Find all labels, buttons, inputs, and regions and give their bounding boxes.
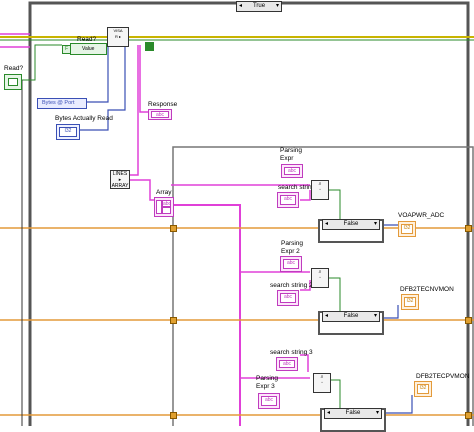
array-indicator[interactable]: abc [154, 197, 174, 217]
response-type: abc [151, 111, 169, 118]
bytes-actually-read-type: I32 [59, 127, 77, 137]
dfb2tecnvmon-indicator[interactable]: I32 [401, 294, 419, 310]
case-1-value: False [343, 221, 359, 227]
error-cluster-tunnel [145, 42, 154, 51]
parsing-expr-2-constant[interactable]: abc [280, 256, 302, 272]
false-bool-constant[interactable]: F [62, 45, 71, 54]
bytes-actually-read-label: Bytes Actually Read [55, 115, 113, 122]
tunnel-left-2 [170, 317, 177, 324]
read-property-node[interactable]: Value [70, 43, 107, 55]
case-1-selector[interactable]: ◂ False ▾ [322, 219, 380, 230]
parsing-expr-2-label: Parsing Expr 2 [281, 240, 304, 255]
parsing-expr-2-type: abc [283, 259, 299, 269]
search-string-2-label: search string 2 [270, 282, 313, 289]
read-button-control[interactable] [4, 74, 22, 90]
outer-case-value: True [252, 3, 266, 9]
parsing-expr-3-constant[interactable]: abc [258, 393, 280, 409]
search-string-3-constant[interactable]: abc [276, 357, 298, 371]
visa-read-node[interactable]: VISA R ▸ [107, 27, 129, 47]
array-label: Array [156, 189, 172, 196]
parsing-expr-label: Parsing Expr [280, 147, 303, 162]
match-pattern-2-node[interactable]: ⌕ ◦ [311, 268, 329, 288]
match-pattern-node[interactable]: ⌕ ◦ [311, 180, 329, 200]
case-3-value: False [345, 410, 361, 416]
tunnel-left-1 [170, 225, 177, 232]
match-pattern-3-node[interactable]: ⌕ ◦ [313, 373, 331, 393]
lines-to-array-label: LINES ▸ ARRAY [111, 171, 129, 189]
case-structure-1[interactable]: ◂ False ▾ [318, 219, 384, 243]
parsing-expr-type: abc [284, 167, 300, 175]
case-2-selector[interactable]: ◂ False ▾ [322, 311, 380, 322]
tunnel-right-1 [465, 225, 472, 232]
parsing-expr-3-type: abc [261, 396, 277, 406]
case-structure-2[interactable]: ◂ False ▾ [318, 311, 384, 335]
voapwr-adc-indicator[interactable]: I32 [398, 221, 416, 237]
search-string-3-type: abc [279, 360, 295, 368]
read-property-label: Read? [77, 36, 97, 43]
outer-case-selector[interactable]: ◂ True ▾ [236, 1, 282, 12]
selector-dropdown-icon[interactable]: ▾ [276, 2, 279, 11]
response-label: Response [148, 101, 178, 108]
value-property-label: Value [82, 46, 95, 52]
tunnel-left-3 [170, 412, 177, 419]
case-structure-3[interactable]: ◂ False ▾ [320, 408, 386, 432]
dfb2tecnvmon-type: I32 [404, 297, 416, 307]
search-string-label: search string [278, 184, 316, 191]
response-indicator[interactable]: abc [148, 109, 172, 120]
search-string-2-constant[interactable]: abc [277, 290, 299, 306]
read-button-label: Read? [4, 65, 24, 72]
array-element-type: abc [162, 200, 172, 207]
search-string-constant[interactable]: abc [277, 192, 299, 208]
case-3-selector[interactable]: ◂ False ▾ [324, 408, 382, 419]
selector-left-arrow-icon[interactable]: ◂ [239, 2, 242, 11]
dfb2tecpvmon-indicator[interactable]: I32 [414, 381, 432, 397]
voapwr-adc-type: I32 [401, 224, 413, 234]
lines-to-array-node[interactable]: LINES ▸ ARRAY [110, 170, 130, 189]
search-string-3-label: search string 3 [270, 349, 313, 356]
dfb2tecnvmon-label: DFB2TECNVMON [400, 286, 454, 293]
bytes-at-port-property[interactable]: Bytes @ Port [37, 98, 87, 109]
bytes-at-port-label: Bytes @ Port [42, 100, 75, 106]
case-2-value: False [343, 313, 359, 319]
dfb2tecpvmon-label: DFB2TECPVMON [416, 373, 470, 380]
tunnel-right-2 [465, 317, 472, 324]
bytes-actually-read-indicator[interactable]: I32 [56, 124, 80, 140]
voapwr-adc-label: VOAPWR_ADC [398, 212, 445, 219]
parsing-expr-constant[interactable]: abc [281, 164, 303, 178]
search-string-2-type: abc [280, 293, 296, 303]
search-string-type: abc [280, 195, 296, 205]
tunnel-right-3 [465, 412, 472, 419]
dfb2tecpvmon-type: I32 [417, 384, 429, 394]
parsing-expr-3-label: Parsing Expr 3 [256, 375, 279, 390]
